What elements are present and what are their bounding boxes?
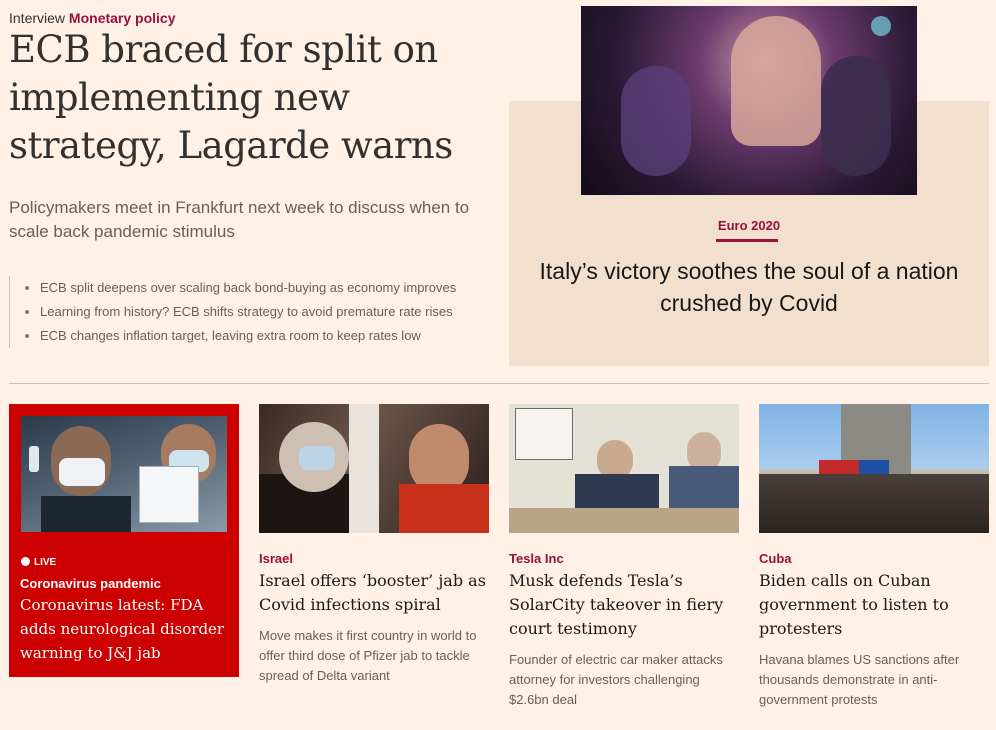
photo-mask	[299, 446, 335, 470]
related-link-item[interactable]: ECB split deepens over scaling back bond…	[10, 276, 500, 300]
photo-desk	[509, 508, 739, 533]
photo-figure	[731, 16, 821, 146]
feature-photo-celebrating-fans[interactable]	[581, 6, 917, 195]
related-link[interactable]: ECB split deepens over scaling back bond…	[40, 280, 456, 295]
story-summary-tesla: Founder of electric car maker attacks at…	[509, 652, 723, 707]
feature-headline[interactable]: Italy’s victory soothes the soul of a na…	[520, 255, 978, 319]
photo-flag	[819, 460, 859, 474]
photo-figure	[821, 56, 891, 176]
related-link-item[interactable]: Learning from history? ECB shifts strate…	[10, 300, 500, 324]
section-divider	[9, 383, 989, 384]
genre-label[interactable]: Interview	[9, 10, 65, 26]
story-tag-tesla[interactable]: Tesla Inc	[509, 551, 739, 566]
photo-figure	[41, 496, 131, 532]
story-tag-cuba[interactable]: Cuba	[759, 551, 989, 566]
photo-flag	[859, 460, 889, 474]
story-card-tesla[interactable]: Tesla Inc Musk defends Tesla’s SolarCity…	[509, 404, 739, 710]
story-headline-tesla[interactable]: Musk defends Tesla’s SolarCity takeover …	[509, 569, 739, 641]
story-photo-havana-protest[interactable]	[759, 404, 989, 533]
live-story-photo-vaccine[interactable]	[21, 416, 227, 532]
photo-mask	[59, 458, 105, 486]
live-story-tag[interactable]: Coronavirus pandemic	[20, 576, 161, 591]
related-link-item[interactable]: ECB changes inflation target, leaving ex…	[10, 324, 500, 348]
photo-figure	[399, 484, 489, 533]
lead-kicker: Interview Monetary policy	[9, 10, 176, 26]
photo-vaccine-box	[139, 466, 199, 523]
story-card-cuba[interactable]: Cuba Biden calls on Cuban government to …	[759, 404, 989, 710]
topic-link-monetary-policy[interactable]: Monetary policy	[69, 10, 176, 26]
live-badge-label: LIVE	[34, 557, 57, 568]
related-link[interactable]: Learning from history? ECB shifts strate…	[40, 304, 453, 319]
lead-standfirst: Policymakers meet in Frankfurt next week…	[9, 198, 470, 241]
feature-tag-underline	[716, 239, 778, 242]
live-story-card[interactable]: LIVE Coronavirus pandemic Coronavirus la…	[9, 404, 239, 677]
live-badge: LIVE	[21, 557, 56, 568]
lead-headline-link[interactable]: ECB braced for split on implementing new…	[9, 28, 453, 167]
story-headline-israel[interactable]: Israel offers ‘booster’ jab as Covid inf…	[259, 569, 489, 617]
photo-figure	[349, 404, 379, 533]
live-dot-icon	[21, 557, 30, 566]
story-photo-booster-jab[interactable]	[259, 404, 489, 533]
photo-crowd	[759, 474, 989, 533]
photo-light	[871, 16, 891, 36]
story-headline-cuba[interactable]: Biden calls on Cuban government to liste…	[759, 569, 989, 641]
photo-vial	[29, 446, 39, 472]
photo-screen	[515, 408, 573, 460]
story-photo-court-sketch[interactable]	[509, 404, 739, 533]
photo-figure	[621, 66, 691, 176]
related-links-list: ECB split deepens over scaling back bond…	[9, 276, 500, 348]
story-summary-cuba: Havana blames US sanctions after thousan…	[759, 652, 960, 707]
related-link[interactable]: ECB changes inflation target, leaving ex…	[40, 328, 421, 343]
feature-tag-euro-2020[interactable]: Euro 2020	[509, 218, 989, 233]
story-summary-israel: Move makes it first country in world to …	[259, 628, 477, 683]
story-card-israel[interactable]: Israel Israel offers ‘booster’ jab as Co…	[259, 404, 489, 686]
lead-headline[interactable]: ECB braced for split on implementing new…	[9, 26, 489, 170]
story-tag-israel[interactable]: Israel	[259, 551, 489, 566]
live-story-headline[interactable]: Coronavirus latest: FDA adds neurologica…	[20, 593, 232, 665]
